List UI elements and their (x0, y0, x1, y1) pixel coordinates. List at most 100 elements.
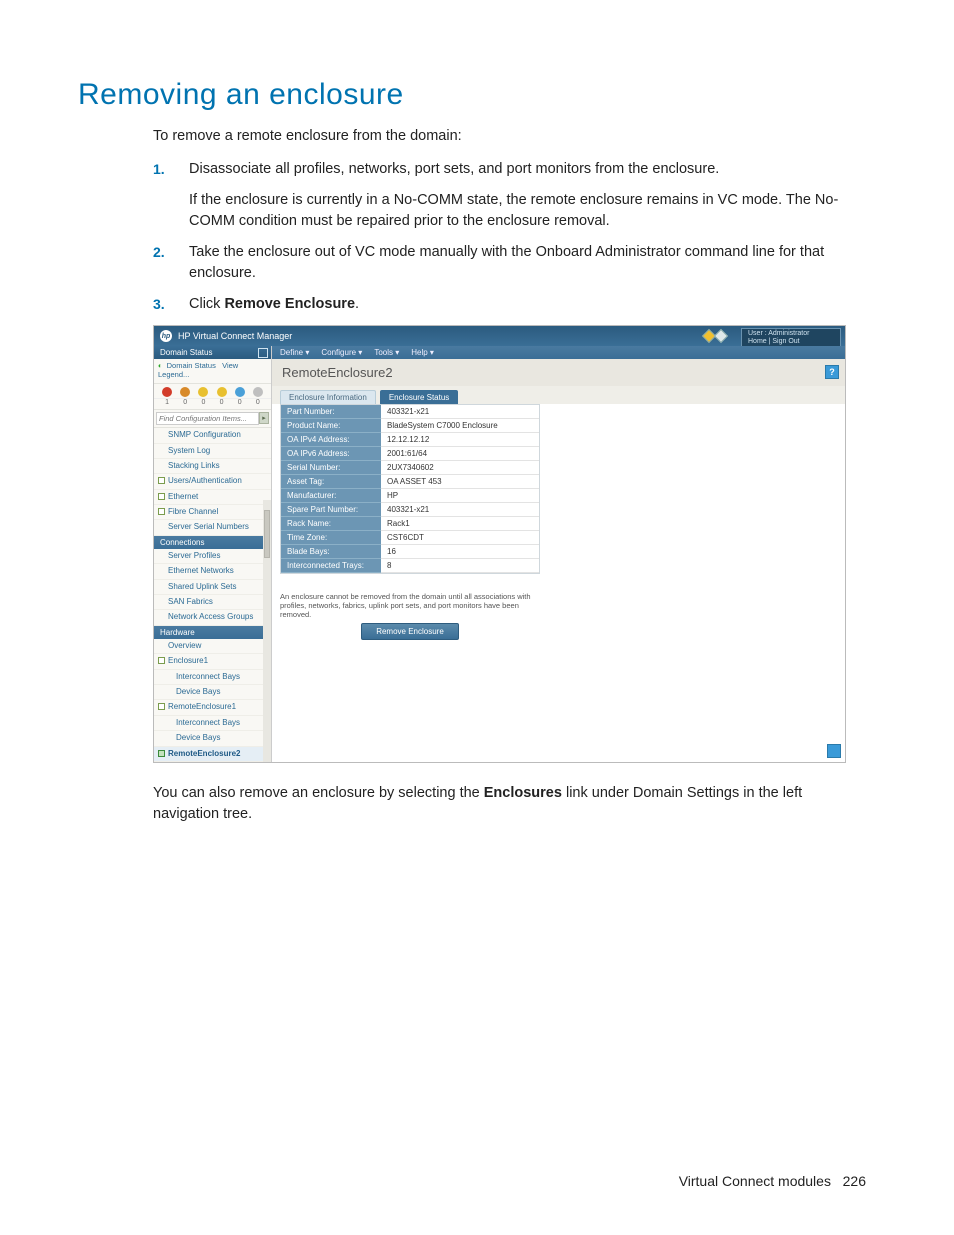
menu-tools[interactable]: Tools ▾ (374, 348, 399, 357)
prop-key: Asset Tag: (281, 475, 381, 489)
page-footer: Virtual Connect modules 226 (679, 1173, 866, 1189)
sidebar-item-devbays[interactable]: Device Bays (154, 685, 271, 700)
status-count-row: 1 0 0 0 0 0 (154, 399, 271, 410)
count: 0 (201, 399, 205, 406)
prop-key: Serial Number: (281, 461, 381, 475)
tab-enclosure-status[interactable]: Enclosure Status (380, 390, 458, 404)
sidebar-item-sus[interactable]: Shared Uplink Sets (154, 580, 271, 595)
properties-table: Part Number:403321-x21 Product Name:Blad… (280, 404, 540, 574)
button-row: Remove Enclosure (280, 623, 540, 640)
sidebar-item-ssn[interactable]: Server Serial Numbers (154, 520, 271, 535)
footer-page: 226 (843, 1173, 866, 1189)
main-panel: Define ▾ Configure ▾ Tools ▾ Help ▾ Remo… (272, 346, 845, 762)
user-line1: User : Administrator (748, 330, 834, 338)
help-icon[interactable]: ? (825, 365, 839, 379)
step-3-pre: Click (189, 296, 224, 312)
sidebar-item-sanfab[interactable]: SAN Fabrics (154, 595, 271, 610)
legend-link-1[interactable]: Domain Status (167, 361, 216, 370)
screenshot-mock: hp HP Virtual Connect Manager User : Adm… (153, 325, 846, 763)
sidebar-item-stacking[interactable]: Stacking Links (154, 459, 271, 474)
prop-val: BladeSystem C7000 Enclosure (381, 419, 539, 433)
prop-key: OA IPv6 Address: (281, 447, 381, 461)
prop-key: Time Zone: (281, 531, 381, 545)
status-ok-icon: ◐ (158, 361, 163, 370)
legend-row[interactable]: ◐ Domain Status View Legend... (154, 359, 271, 384)
status-icon-row (154, 384, 271, 399)
tab-enclosure-info[interactable]: Enclosure Information (280, 390, 376, 404)
step-2: Take the enclosure out of VC mode manual… (153, 242, 866, 284)
sidebar-item-enc1[interactable]: Enclosure1 (154, 654, 271, 669)
page-title: Removing an enclosure (78, 78, 866, 112)
domain-status-label: Domain Status (160, 348, 212, 357)
find-go-icon[interactable]: ▸ (259, 412, 269, 424)
major-icon (180, 387, 190, 397)
step-3-post: . (355, 296, 359, 312)
step-1: Disassociate all profiles, networks, por… (153, 159, 866, 232)
prop-val: HP (381, 489, 539, 503)
step-3: Click Remove Enclosure. (153, 294, 866, 315)
sidebar-item-icbays[interactable]: Interconnect Bays (154, 670, 271, 685)
diamond-icon (714, 329, 728, 343)
closing-paragraph: You can also remove an enclosure by sele… (153, 783, 866, 825)
sidebar-item-fc[interactable]: Fibre Channel (154, 505, 271, 520)
sidebar-item-profiles[interactable]: Server Profiles (154, 549, 271, 564)
prop-val: 2UX7340602 (381, 461, 539, 475)
square-icon (158, 703, 165, 710)
prop-val: 403321-x21 (381, 405, 539, 419)
warning-icon (217, 387, 227, 397)
prop-key: Spare Part Number: (281, 503, 381, 517)
sidebar-item-nag[interactable]: Network Access Groups (154, 610, 271, 625)
menubar: Define ▾ Configure ▾ Tools ▾ Help ▾ (272, 346, 845, 359)
sidebar: Domain Status ◐ Domain Status View Legen… (154, 346, 272, 762)
sidebar-item-ethnets[interactable]: Ethernet Networks (154, 564, 271, 579)
count: 0 (256, 399, 260, 406)
prop-key: Rack Name: (281, 517, 381, 531)
user-line2[interactable]: Home | Sign Out (748, 338, 834, 346)
sidebar-item-ethernet[interactable]: Ethernet (154, 490, 271, 505)
critical-icon (162, 387, 172, 397)
sidebar-item-renc1[interactable]: RemoteEnclosure1 (154, 700, 271, 715)
find-input[interactable] (156, 412, 259, 425)
prop-key: OA IPv4 Address: (281, 433, 381, 447)
closing-pre: You can also remove an enclosure by sele… (153, 785, 484, 801)
sidebar-item-users[interactable]: Users/Authentication (154, 474, 271, 489)
sidebar-section-connections: Connections (154, 536, 271, 549)
hp-logo-icon: hp (160, 330, 172, 342)
prop-val: 2001:61/64 (381, 447, 539, 461)
prop-val: OA ASSET 453 (381, 475, 539, 489)
steps-list: Disassociate all profiles, networks, por… (153, 159, 866, 315)
sidebar-item-overview[interactable]: Overview (154, 639, 271, 654)
sidebar-item-renc2[interactable]: RemoteEnclosure2 (154, 747, 271, 762)
prop-key: Product Name: (281, 419, 381, 433)
step-3-bold: Remove Enclosure (224, 296, 355, 312)
removal-note: An enclosure cannot be removed from the … (280, 592, 540, 619)
step-1b-text: If the enclosure is currently in a No-CO… (189, 190, 866, 232)
scroll-to-top-icon[interactable] (827, 744, 841, 758)
prop-key: Interconnected Trays: (281, 559, 381, 573)
app-topbar: hp HP Virtual Connect Manager User : Adm… (154, 326, 845, 346)
count: 0 (183, 399, 187, 406)
scroll-thumb[interactable] (264, 510, 270, 558)
menu-help[interactable]: Help ▾ (411, 348, 434, 357)
sidebar-scrollbar[interactable] (263, 500, 271, 762)
prop-key: Blade Bays: (281, 545, 381, 559)
closing-bold: Enclosures (484, 785, 562, 801)
sidebar-item-syslog[interactable]: System Log (154, 444, 271, 459)
menu-configure[interactable]: Configure ▾ (321, 348, 362, 357)
sidebar-item-icbays2[interactable]: Interconnect Bays (154, 716, 271, 731)
user-info-box[interactable]: User : Administrator Home | Sign Out (741, 328, 841, 347)
find-wrap: ▸ (154, 410, 271, 428)
count: 1 (165, 399, 169, 406)
prop-val: 8 (381, 559, 539, 573)
remove-enclosure-button[interactable]: Remove Enclosure (361, 623, 459, 640)
menu-define[interactable]: Define ▾ (280, 348, 309, 357)
prop-val: Rack1 (381, 517, 539, 531)
prop-val: 16 (381, 545, 539, 559)
info-icon (235, 387, 245, 397)
square-icon (158, 477, 165, 484)
collapse-icon[interactable] (258, 348, 268, 358)
unknown-icon (253, 387, 263, 397)
sidebar-item-snmp[interactable]: SNMP Configuration (154, 428, 271, 443)
step-2-text: Take the enclosure out of VC mode manual… (189, 242, 866, 284)
sidebar-item-devbays2[interactable]: Device Bays (154, 731, 271, 746)
